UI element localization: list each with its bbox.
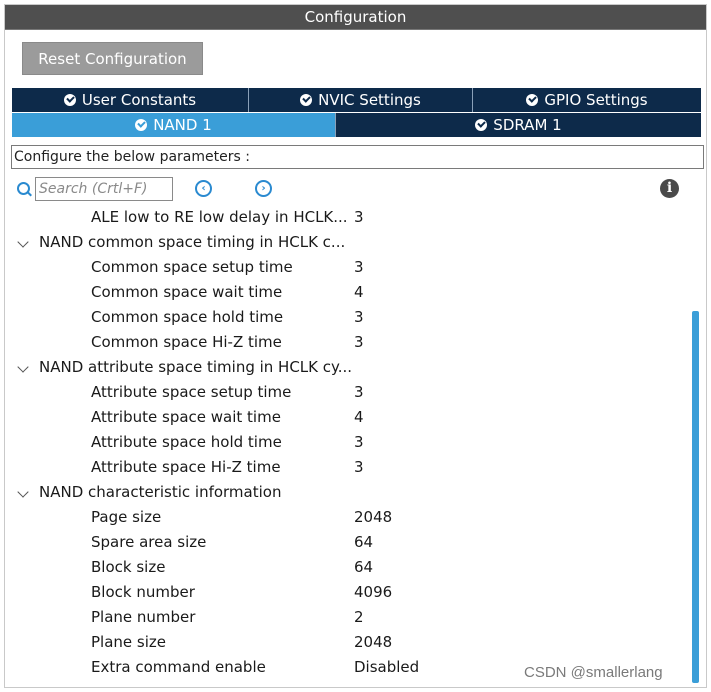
tab-row-2: NAND 1 SDRAM 1 bbox=[12, 113, 701, 137]
parameter-value: 3 bbox=[354, 308, 364, 326]
check-circle-icon bbox=[135, 119, 148, 131]
tab-user-constants[interactable]: User Constants bbox=[12, 88, 249, 112]
parameter-value: 4 bbox=[354, 283, 364, 301]
group-title: NAND common space timing in HCLK c... bbox=[39, 233, 346, 251]
parameter-row[interactable]: Plane number 2 bbox=[5, 605, 689, 630]
check-circle-icon bbox=[63, 94, 76, 106]
tab-label: NVIC Settings bbox=[318, 91, 421, 109]
tab-label: SDRAM 1 bbox=[493, 116, 562, 134]
parameter-name: Block size bbox=[91, 558, 166, 576]
section-label: Configure the below parameters : bbox=[11, 145, 704, 169]
group-title: NAND characteristic information bbox=[39, 483, 282, 501]
parameter-name: Common space setup time bbox=[91, 258, 293, 276]
parameter-row[interactable]: Common space wait time 4 bbox=[5, 280, 689, 305]
group-nand-characteristic-information[interactable]: NAND characteristic information bbox=[5, 480, 689, 505]
parameter-name: Attribute space wait time bbox=[91, 408, 281, 426]
parameter-name: ALE low to RE low delay in HCLK... bbox=[91, 208, 348, 226]
watermark: CSDN @smallerlang bbox=[524, 664, 663, 681]
parameter-value: 3 bbox=[354, 208, 364, 226]
parameter-value: 4096 bbox=[354, 583, 393, 601]
parameter-row[interactable]: Plane size 2048 bbox=[5, 630, 689, 655]
parameter-name: Plane size bbox=[91, 633, 166, 651]
chevron-down-icon[interactable] bbox=[17, 236, 29, 248]
parameter-row[interactable]: Attribute space setup time 3 bbox=[5, 380, 689, 405]
group-title: NAND attribute space timing in HCLK cy..… bbox=[39, 358, 353, 376]
parameter-row[interactable]: Spare area size 64 bbox=[5, 530, 689, 555]
search-row: ‹ › i bbox=[5, 177, 706, 203]
parameter-name: Attribute space Hi-Z time bbox=[91, 458, 281, 476]
tab-label: NAND 1 bbox=[153, 116, 212, 134]
tab-nand-1[interactable]: NAND 1 bbox=[12, 113, 336, 137]
parameter-row[interactable]: ALE low to RE low delay in HCLK... 3 bbox=[5, 205, 689, 230]
configuration-panel: Configuration Reset Configuration User C… bbox=[4, 4, 707, 688]
tab-row-1: User Constants NVIC Settings GPIO Settin… bbox=[12, 88, 701, 112]
scrollbar-thumb[interactable] bbox=[692, 311, 699, 683]
parameter-name: Page size bbox=[91, 508, 162, 526]
parameter-name: Attribute space hold time bbox=[91, 433, 282, 451]
next-match-icon[interactable]: › bbox=[255, 180, 272, 197]
parameter-value: 2048 bbox=[354, 508, 393, 526]
previous-match-icon[interactable]: ‹ bbox=[195, 180, 212, 197]
parameter-name: Extra command enable bbox=[91, 658, 266, 676]
chevron-down-icon[interactable] bbox=[17, 361, 29, 373]
search-icon bbox=[17, 182, 30, 195]
parameter-name: Spare area size bbox=[91, 533, 207, 551]
parameter-name: Block number bbox=[91, 583, 195, 601]
parameter-value: Disabled bbox=[354, 658, 420, 676]
parameter-value: 64 bbox=[354, 533, 374, 551]
check-circle-icon bbox=[475, 119, 488, 131]
parameter-row[interactable]: Common space hold time 3 bbox=[5, 305, 689, 330]
window-title: Configuration bbox=[5, 5, 706, 30]
tab-nvic-settings[interactable]: NVIC Settings bbox=[249, 88, 473, 112]
parameter-row[interactable]: Page size 2048 bbox=[5, 505, 689, 530]
parameter-value: 2048 bbox=[354, 633, 393, 651]
tab-sdram-1[interactable]: SDRAM 1 bbox=[336, 113, 701, 137]
parameter-value: 3 bbox=[354, 383, 364, 401]
parameter-name: Attribute space setup time bbox=[91, 383, 292, 401]
parameter-row[interactable]: Attribute space hold time 3 bbox=[5, 430, 689, 455]
parameter-row[interactable]: Attribute space Hi-Z time 3 bbox=[5, 455, 689, 480]
parameter-value: 3 bbox=[354, 333, 364, 351]
reset-configuration-button[interactable]: Reset Configuration bbox=[22, 42, 203, 75]
search-input[interactable] bbox=[35, 177, 173, 201]
tab-gpio-settings[interactable]: GPIO Settings bbox=[473, 88, 701, 112]
parameter-name: Plane number bbox=[91, 608, 196, 626]
parameter-name: Common space Hi-Z time bbox=[91, 333, 282, 351]
parameter-value: 64 bbox=[354, 558, 374, 576]
parameter-value: 4 bbox=[354, 408, 364, 426]
tab-label: User Constants bbox=[81, 91, 197, 109]
check-circle-icon bbox=[300, 94, 313, 106]
parameter-value: 3 bbox=[354, 258, 364, 276]
chevron-down-icon[interactable] bbox=[17, 486, 29, 498]
parameter-value: 3 bbox=[354, 458, 364, 476]
parameter-name: Common space hold time bbox=[91, 308, 284, 326]
parameter-value: 3 bbox=[354, 433, 364, 451]
tab-label: GPIO Settings bbox=[544, 91, 648, 109]
parameter-value: 2 bbox=[354, 608, 364, 626]
parameter-row[interactable]: Attribute space wait time 4 bbox=[5, 405, 689, 430]
group-nand-common-space-timing[interactable]: NAND common space timing in HCLK c... bbox=[5, 230, 689, 255]
parameter-row[interactable]: Common space setup time 3 bbox=[5, 255, 689, 280]
parameter-name: Common space wait time bbox=[91, 283, 283, 301]
parameter-row[interactable]: Block size 64 bbox=[5, 555, 689, 580]
group-nand-attribute-space-timing[interactable]: NAND attribute space timing in HCLK cy..… bbox=[5, 355, 689, 380]
parameter-row[interactable]: Common space Hi-Z time 3 bbox=[5, 330, 689, 355]
parameter-tree: ALE low to RE low delay in HCLK... 3 NAN… bbox=[5, 205, 689, 683]
check-circle-icon bbox=[526, 94, 539, 106]
parameter-row[interactable]: Block number 4096 bbox=[5, 580, 689, 605]
info-icon[interactable]: i bbox=[660, 179, 679, 198]
